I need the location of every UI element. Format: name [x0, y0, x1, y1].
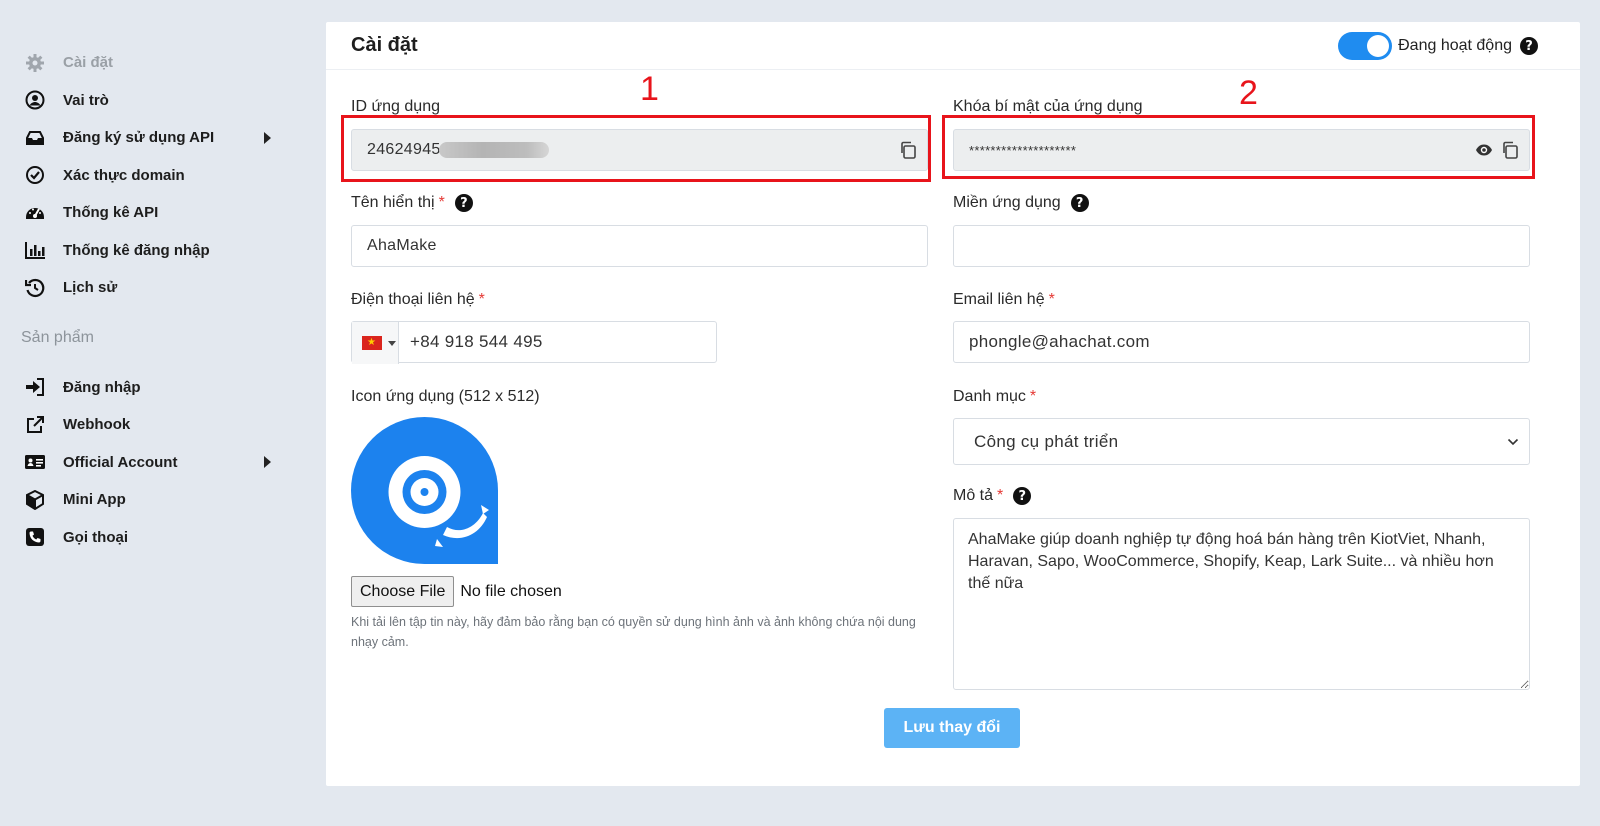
email-field: Email liên hệ * — [953, 290, 1055, 310]
app-id-label: ID ứng dụng — [351, 98, 440, 115]
section-label-products: Sản phẩm — [21, 328, 94, 346]
app-icon-field: Icon ứng dụng (512 x 512) — [351, 387, 540, 407]
sidebar-item-history[interactable]: Lịch sử — [0, 269, 300, 307]
app-icon-preview — [351, 417, 498, 569]
inbox-icon — [24, 127, 46, 149]
status-label: Đang hoạt động — [1398, 37, 1512, 54]
file-upload: Choose File No file chosen — [351, 576, 562, 607]
secret-key-field: Khóa bí mật của ứng dụng — [953, 97, 1143, 117]
sidebar-item-label: Cài đặt — [63, 54, 114, 72]
annotation-box-1 — [341, 115, 931, 182]
description-label: Mô tả *? — [953, 486, 1032, 506]
category-select[interactable]: Công cụ phát triển — [953, 418, 1530, 465]
sidebar-item-official-account[interactable]: Official Account — [0, 444, 300, 482]
annotation-box-2 — [942, 115, 1535, 179]
annotation-number-1: 1 — [640, 70, 659, 108]
status-control: Đang hoạt động ? — [1338, 32, 1538, 60]
upload-hint: Khi tải lên tập tin này, hãy đảm bảo rằn… — [351, 615, 916, 649]
app-icon-label: Icon ứng dụng (512 x 512) — [351, 388, 540, 405]
app-domain-label: Miền ứng dụng? — [953, 193, 1089, 213]
sidebar-item-api-subscription[interactable]: Đăng ký sử dụng API — [0, 119, 300, 157]
gauge-icon — [24, 202, 46, 224]
sidebar-item-label: Lịch sử — [63, 279, 118, 297]
help-icon[interactable]: ? — [454, 194, 473, 212]
active-status-toggle[interactable] — [1338, 32, 1393, 60]
display-name-field: Tên hiển thị *? — [351, 193, 473, 213]
secret-key-label: Khóa bí mật của ứng dụng — [953, 98, 1143, 115]
display-name-label: Tên hiển thị *? — [351, 193, 473, 213]
external-link-icon — [24, 414, 46, 436]
phone-value: +84 918 544 495 — [410, 332, 543, 351]
description-field: Mô tả *? — [953, 486, 1032, 506]
sidebar-item-webhook[interactable]: Webhook — [0, 406, 300, 444]
choose-file-button[interactable]: Choose File — [351, 576, 455, 607]
category-field: Danh mục * — [953, 387, 1036, 407]
settings-card: Cài đặt Đang hoạt động ? 1 2 ID ứng dụng… — [326, 22, 1580, 786]
category-value: Công cụ phát triển — [974, 431, 1119, 451]
history-icon — [24, 277, 46, 299]
sidebar-item-label: Mini App — [63, 491, 126, 509]
sidebar-item-label: Thống kê đăng nhập — [63, 241, 210, 259]
help-icon[interactable]: ? — [1070, 194, 1089, 212]
sidebar-item-login[interactable]: Đăng nhập — [0, 369, 300, 407]
id-card-icon — [24, 451, 46, 473]
sidebar-item-api-stats[interactable]: Thống kê API — [0, 194, 300, 232]
annotation-number-2: 2 — [1239, 74, 1258, 112]
sidebar-item-mini-app[interactable]: Mini App — [0, 481, 300, 519]
sidebar-item-label: Đăng ký sử dụng API — [63, 129, 215, 147]
card-header: Cài đặt Đang hoạt động ? — [326, 22, 1580, 70]
app-id-field: ID ứng dụng — [351, 97, 440, 117]
save-changes-button[interactable]: Lưu thay đổi — [884, 708, 1020, 748]
sidebar-item-domain-verify[interactable]: Xác thực domain — [0, 157, 300, 195]
email-input[interactable]: phongle@ahachat.com — [953, 321, 1530, 363]
help-icon[interactable]: ? — [1520, 37, 1538, 55]
page-title: Cài đặt — [351, 34, 418, 56]
sidebar: Cài đặt Vai trò Đăng ký sử dụng API Xác … — [0, 44, 300, 556]
email-label: Email liên hệ * — [953, 291, 1055, 308]
country-code-dropdown[interactable]: ★ — [352, 322, 399, 364]
no-file-text: No file chosen — [460, 582, 562, 600]
vietnam-flag-icon: ★ — [362, 336, 382, 350]
description-textarea[interactable]: AhaMake giúp doanh nghiệp tự động hoá bá… — [953, 518, 1530, 690]
phone-label: Điện thoại liên hệ * — [351, 291, 485, 308]
sidebar-item-label: Official Account — [63, 453, 178, 471]
chevron-right-icon — [264, 456, 271, 469]
email-value: phongle@ahachat.com — [969, 332, 1150, 351]
sidebar-item-login-stats[interactable]: Thống kê đăng nhập — [0, 232, 300, 270]
help-icon[interactable]: ? — [1013, 487, 1032, 505]
sidebar-item-label: Gọi thoại — [63, 528, 128, 546]
sidebar-item-label: Webhook — [63, 416, 131, 434]
sidebar-item-settings[interactable]: Cài đặt — [0, 44, 300, 82]
sidebar-item-label: Vai trò — [63, 91, 109, 109]
phone-input[interactable]: ★ +84 918 544 495 — [351, 321, 717, 364]
phone-field: Điện thoại liên hệ * — [351, 290, 485, 310]
gear-icon — [24, 52, 46, 74]
cube-icon — [24, 489, 46, 511]
sidebar-item-voice-call[interactable]: Gọi thoại — [0, 519, 300, 557]
sign-in-icon — [24, 376, 46, 398]
bar-chart-icon — [24, 239, 46, 261]
phone-icon — [24, 526, 46, 548]
display-name-input[interactable]: AhaMake — [351, 225, 928, 267]
toggle-knob — [1367, 35, 1390, 57]
display-name-value: AhaMake — [367, 237, 437, 254]
caret-down-icon — [388, 340, 396, 346]
chevron-down-icon — [1507, 433, 1519, 446]
category-label: Danh mục * — [953, 388, 1037, 405]
user-circle-icon — [24, 89, 46, 111]
app-domain-field: Miền ứng dụng? — [953, 193, 1089, 213]
sidebar-item-roles[interactable]: Vai trò — [0, 82, 300, 120]
sidebar-item-label: Đăng nhập — [63, 378, 141, 396]
sidebar-item-label: Thống kê API — [63, 204, 159, 222]
check-circle-icon — [24, 164, 46, 186]
app-domain-input[interactable] — [953, 225, 1530, 267]
sidebar-item-label: Xác thực domain — [63, 166, 185, 184]
chevron-right-icon — [264, 131, 271, 144]
